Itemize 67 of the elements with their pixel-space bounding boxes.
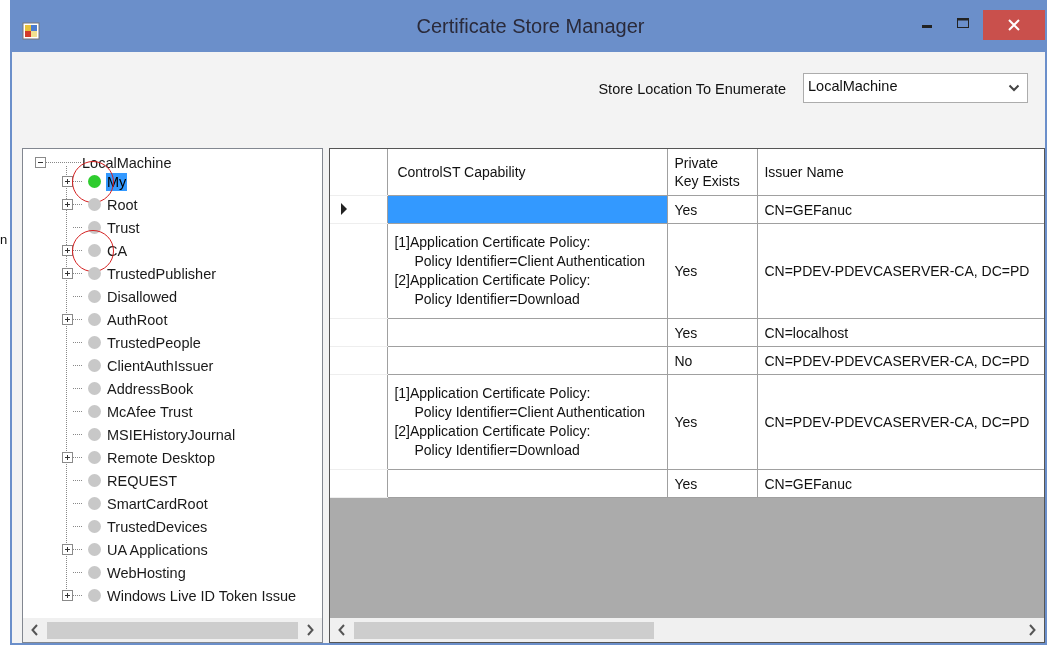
- cell-text: Policy Identifier=Client Authentication: [413, 403, 646, 422]
- tree-item[interactable]: TrustedDevices: [106, 517, 209, 536]
- scroll-left-icon[interactable]: [31, 624, 39, 636]
- table-cell: CN=GEFanuc: [764, 475, 852, 492]
- store-location-label: Store Location To Enumerate: [598, 81, 786, 97]
- app-icon: [22, 22, 40, 40]
- horizontal-scrollbar[interactable]: [23, 618, 323, 642]
- expand-icon[interactable]: [62, 199, 73, 210]
- cell-text: [2]Application Certificate Policy:: [394, 271, 591, 290]
- tree-item[interactable]: UA Applications: [106, 540, 209, 559]
- tree-item[interactable]: ClientAuthIssuer: [106, 356, 215, 375]
- window-title: Certificate Store Manager: [416, 14, 645, 38]
- tree-item[interactable]: WebHosting: [106, 563, 187, 582]
- close-icon: [1008, 19, 1020, 31]
- horizontal-scrollbar[interactable]: [330, 618, 1044, 642]
- tree-item[interactable]: McAfee Trust: [106, 402, 194, 421]
- tree-item[interactable]: Remote Desktop: [106, 448, 216, 467]
- expand-icon[interactable]: [62, 176, 73, 187]
- scrollbar-thumb[interactable]: [354, 621, 655, 639]
- table-cell: Yes: [674, 324, 698, 341]
- table-cell: CN=GEFanuc: [764, 201, 852, 218]
- table-cell: Yes: [674, 414, 698, 430]
- tree-item[interactable]: Root: [106, 195, 139, 214]
- expand-icon[interactable]: [62, 452, 73, 463]
- collapse-icon[interactable]: [35, 157, 46, 168]
- tree-item[interactable]: SmartCardRoot: [106, 494, 209, 513]
- table-cell: Yes: [674, 263, 698, 279]
- scroll-right-icon[interactable]: [306, 624, 315, 636]
- tree-item[interactable]: LocalMachine: [81, 153, 173, 172]
- table-cell: CN=PDEV-PDEVCASERVER-CA, DC=PD: [764, 414, 1030, 430]
- table-cell: CN=PDEV-PDEVCASERVER-CA, DC=PD: [764, 263, 1030, 279]
- chevron-down-icon: [1008, 84, 1020, 92]
- scroll-left-icon[interactable]: [338, 624, 347, 636]
- cell-text: Policy Identifier=Client Authentication: [413, 252, 646, 271]
- tree-item[interactable]: REQUEST: [106, 471, 179, 490]
- table-cell: Yes: [674, 475, 698, 492]
- cell-text: [1]Application Certificate Policy:: [394, 233, 591, 252]
- table-cell: No: [674, 352, 693, 369]
- tree-item[interactable]: MSIEHistoryJournal: [106, 425, 237, 444]
- table-cell: Yes: [674, 201, 698, 218]
- expand-icon[interactable]: [62, 245, 73, 256]
- expand-icon[interactable]: [62, 268, 73, 279]
- cell-text: [1]Application Certificate Policy:: [394, 384, 591, 403]
- expand-icon[interactable]: [62, 590, 73, 601]
- margin-text: n: [0, 232, 8, 247]
- cell-text: [2]Application Certificate Policy:: [394, 422, 591, 441]
- table-cell: CN=localhost: [764, 324, 849, 341]
- tree-item[interactable]: AddressBook: [106, 379, 195, 398]
- expand-icon[interactable]: [62, 314, 73, 325]
- column-header[interactable]: Issuer Name: [764, 163, 844, 181]
- tree-item[interactable]: AuthRoot: [106, 310, 169, 329]
- scrollbar-thumb[interactable]: [47, 621, 299, 639]
- scroll-right-icon[interactable]: [1028, 624, 1036, 636]
- minimize-icon: [922, 24, 932, 28]
- expand-icon[interactable]: [62, 544, 73, 555]
- tree-item[interactable]: Windows Live ID Token Issue: [106, 586, 298, 605]
- close-button[interactable]: [983, 10, 1045, 40]
- cell-text: Policy Identifier=Download: [413, 290, 580, 309]
- cell-text: Policy Identifier=Download: [413, 441, 580, 460]
- column-header[interactable]: ControlST Capability: [394, 163, 526, 181]
- maximize-icon: [956, 17, 970, 29]
- tree-item[interactable]: Trust: [106, 218, 141, 237]
- table-cell: CN=PDEV-PDEVCASERVER-CA, DC=PD: [764, 352, 1030, 369]
- tree-item[interactable]: Disallowed: [106, 287, 179, 306]
- tree-item[interactable]: TrustedPeople: [106, 333, 202, 352]
- store-location-dropdown[interactable]: LocalMachine: [803, 73, 1028, 103]
- tree-item[interactable]: TrustedPublisher: [106, 264, 218, 283]
